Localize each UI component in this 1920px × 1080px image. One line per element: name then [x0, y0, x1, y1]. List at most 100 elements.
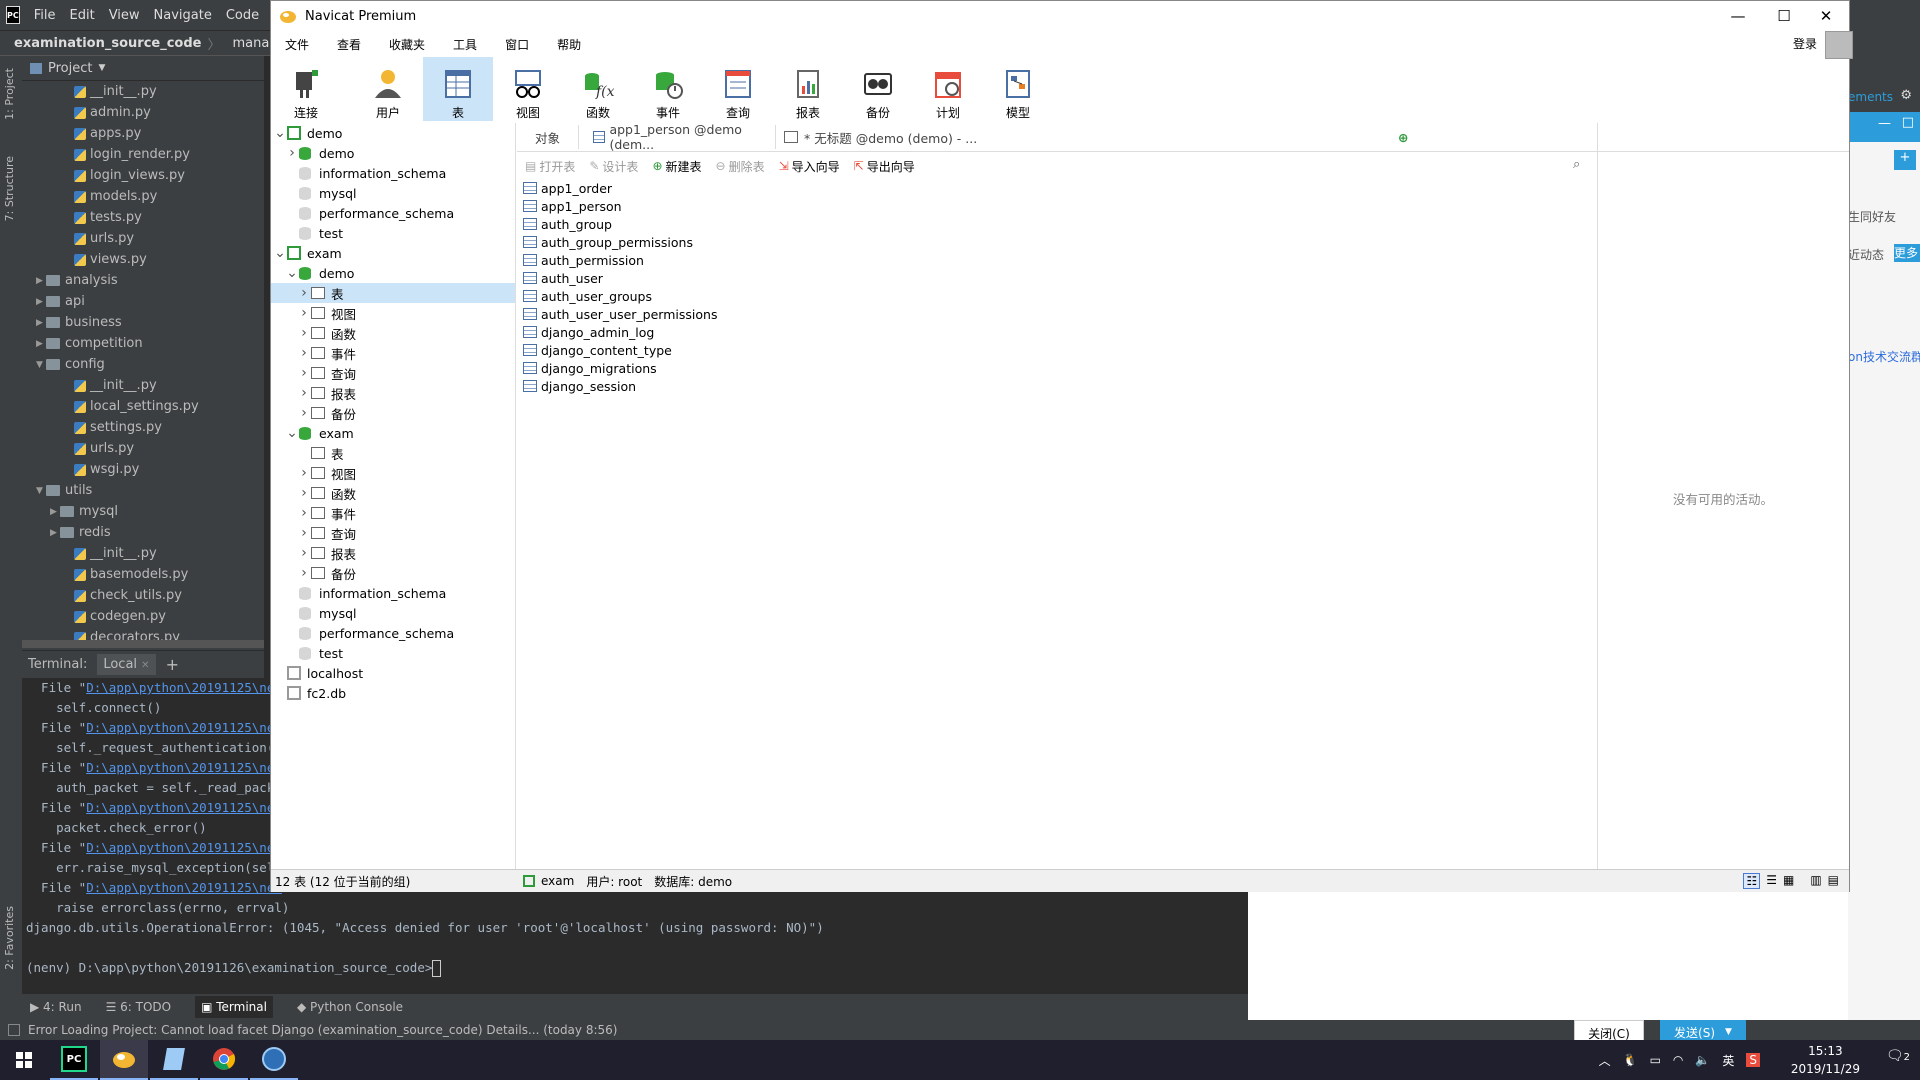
- tree-node[interactable]: ⌄ demo: [271, 123, 515, 143]
- chevron-down-icon[interactable]: ▼: [98, 63, 105, 73]
- chevron-right-icon[interactable]: ▶: [36, 339, 46, 349]
- tool-terminal[interactable]: ▣ Terminal: [195, 996, 273, 1018]
- qq-more-button[interactable]: 更多: [1894, 244, 1920, 262]
- chevron-right-icon[interactable]: ▶: [50, 528, 60, 538]
- tree-node[interactable]: ⌄ exam: [271, 243, 515, 263]
- ime-indicator[interactable]: 英: [1722, 1052, 1734, 1069]
- tab-favorites[interactable]: 2: Favorites: [3, 906, 16, 970]
- chevron-right-icon[interactable]: ›: [297, 325, 311, 341]
- chevron-right-icon[interactable]: ▶: [36, 318, 46, 328]
- tree-file[interactable]: settings.py: [22, 417, 264, 438]
- maximize-icon[interactable]: ☐: [1761, 1, 1807, 31]
- toolbar-calendar-button[interactable]: 计划: [913, 57, 983, 121]
- toolbar-event-button[interactable]: 事件: [633, 57, 703, 121]
- menu-code[interactable]: Code: [226, 8, 259, 23]
- tree-file[interactable]: wsgi.py: [22, 459, 264, 480]
- toggle-left-pane-icon[interactable]: ▥: [1810, 873, 1821, 889]
- tree-file[interactable]: __init__.py: [22, 543, 264, 564]
- detail-view-icon[interactable]: ☰: [1766, 873, 1777, 889]
- chevron-down-icon[interactable]: ▼: [36, 486, 46, 496]
- toolbar-model-button[interactable]: 模型: [983, 57, 1053, 121]
- minimize-icon[interactable]: —: [1715, 1, 1761, 31]
- login-link[interactable]: 登录: [1793, 35, 1817, 52]
- add-terminal-icon[interactable]: +: [166, 655, 179, 674]
- tab-app1-person[interactable]: app1_person @demo (dem...: [579, 122, 777, 152]
- tab-objects[interactable]: 对象: [517, 125, 580, 149]
- tree-file[interactable]: apps.py: [22, 123, 264, 144]
- tree-file[interactable]: __init__.py: [22, 375, 264, 396]
- close-icon[interactable]: ✕: [141, 660, 149, 671]
- taskbar-pycharm-icon[interactable]: PC: [50, 1040, 98, 1080]
- tree-file[interactable]: basemodels.py: [22, 564, 264, 585]
- windows-start-icon[interactable]: [0, 1040, 48, 1080]
- tree-node[interactable]: › 备份: [271, 403, 515, 423]
- tree-node[interactable]: performance_schema: [271, 203, 515, 223]
- menu-view[interactable]: View: [109, 8, 140, 23]
- chevron-down-icon[interactable]: ▼: [1725, 1027, 1732, 1037]
- tree-node[interactable]: › 表: [271, 283, 515, 303]
- tree-file[interactable]: __init__.py: [22, 81, 264, 102]
- toolbar-plug-button[interactable]: 连接: [271, 57, 341, 121]
- export-wizard-button[interactable]: ⇱ 导出向导: [854, 158, 915, 175]
- chevron-right-icon[interactable]: ›: [285, 145, 299, 161]
- notification-icon[interactable]: 🗨2: [1886, 1048, 1910, 1064]
- chevron-right-icon[interactable]: ›: [297, 465, 311, 481]
- breadcrumb-file[interactable]: manage: [233, 36, 271, 51]
- menu-help[interactable]: 帮助: [543, 36, 595, 53]
- tree-folder[interactable]: ▶ redis: [22, 522, 264, 543]
- tree-file[interactable]: views.py: [22, 249, 264, 270]
- terminal-file-link[interactable]: D:\app\python\20191125\nen: [86, 800, 282, 815]
- tree-folder[interactable]: ▶ analysis: [22, 270, 264, 291]
- chevron-down-icon[interactable]: ⌄: [273, 245, 287, 261]
- chevron-right-icon[interactable]: ›: [297, 545, 311, 561]
- chevron-right-icon[interactable]: ▶: [36, 297, 46, 307]
- tree-node[interactable]: ⌄ demo: [271, 263, 515, 283]
- toolbar-backup-button[interactable]: 备份: [843, 57, 913, 121]
- tree-node[interactable]: localhost: [271, 663, 515, 683]
- tree-node[interactable]: › 报表: [271, 383, 515, 403]
- tree-node[interactable]: › 视图: [271, 303, 515, 323]
- terminal-file-link[interactable]: D:\app\python\20191125\nen: [86, 840, 282, 855]
- tree-node[interactable]: › 视图: [271, 463, 515, 483]
- terminal-file-link[interactable]: D:\app\python\20191125\nen: [86, 680, 282, 695]
- sogou-icon[interactable]: S: [1746, 1053, 1760, 1067]
- battery-icon[interactable]: ▭: [1650, 1053, 1661, 1067]
- tool-todo[interactable]: ☰ 6: TODO: [106, 1000, 172, 1014]
- menu-file[interactable]: 文件: [271, 36, 323, 53]
- taskbar-app-icon[interactable]: [250, 1040, 298, 1080]
- tree-node[interactable]: › 事件: [271, 503, 515, 523]
- toolbar-query-button[interactable]: 查询: [703, 57, 773, 121]
- status-message[interactable]: Error Loading Project: Cannot load facet…: [28, 1023, 617, 1037]
- menu-tools[interactable]: 工具: [439, 36, 491, 53]
- chevron-right-icon[interactable]: ›: [297, 385, 311, 401]
- avatar[interactable]: [1825, 31, 1853, 59]
- new-table-button[interactable]: ⊕ 新建表: [652, 158, 701, 175]
- tree-node[interactable]: performance_schema: [271, 623, 515, 643]
- breadcrumb-project[interactable]: examination_source_code: [14, 36, 201, 51]
- tree-file[interactable]: login_render.py: [22, 144, 264, 165]
- tree-node[interactable]: › 函数: [271, 323, 515, 343]
- grid-view-icon[interactable]: ▦: [1783, 873, 1794, 889]
- tab-untitled-query[interactable]: * 无标题 @demo (demo) - ...: [776, 125, 1392, 149]
- chevron-right-icon[interactable]: ›: [297, 525, 311, 541]
- add-icon[interactable]: +: [1894, 150, 1916, 170]
- chevron-up-icon[interactable]: ︿: [1599, 1052, 1611, 1069]
- chevron-down-icon[interactable]: ⌄: [285, 265, 299, 281]
- tree-file[interactable]: tests.py: [22, 207, 264, 228]
- qq-input-area[interactable]: [1248, 892, 1848, 1020]
- menu-navigate[interactable]: Navigate: [154, 8, 212, 23]
- toolbar-user-button[interactable]: 用户: [353, 57, 423, 121]
- project-scrollbar[interactable]: [22, 640, 264, 648]
- chevron-down-icon[interactable]: ▼: [36, 360, 46, 370]
- list-view-icon[interactable]: ☷: [1743, 873, 1761, 889]
- chevron-right-icon[interactable]: ›: [297, 485, 311, 501]
- toolbar-function-button[interactable]: f(x) 函数: [563, 57, 633, 121]
- tree-file[interactable]: login_views.py: [22, 165, 264, 186]
- volume-icon[interactable]: 🔈: [1695, 1053, 1710, 1067]
- terminal-file-link[interactable]: D:\app\python\20191125\nen: [86, 720, 282, 735]
- tree-node[interactable]: mysql: [271, 183, 515, 203]
- delete-table-button[interactable]: ⊖ 删除表: [716, 158, 765, 175]
- taskbar-chrome-icon[interactable]: [200, 1040, 248, 1080]
- chevron-right-icon[interactable]: ›: [297, 345, 311, 361]
- tree-node[interactable]: › 报表: [271, 543, 515, 563]
